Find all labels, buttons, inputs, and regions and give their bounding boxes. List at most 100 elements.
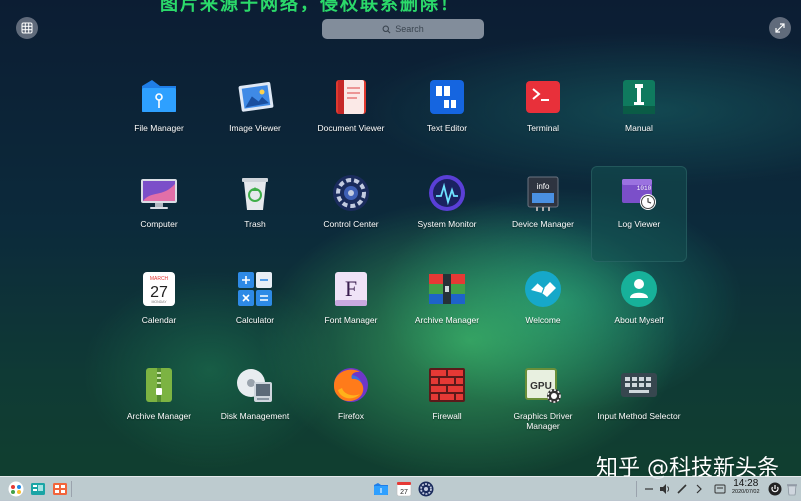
power-icon (768, 482, 781, 495)
app-welcome[interactable]: Welcome (495, 262, 591, 358)
trash-icon (234, 172, 276, 214)
terminal-icon (522, 76, 564, 118)
tray-volume[interactable] (656, 480, 673, 497)
app-firewall[interactable]: Firewall (399, 358, 495, 454)
fullscreen-toggle-button[interactable] (16, 17, 38, 39)
calendar-weekday: MONDAY (151, 300, 167, 304)
launcher-icon (8, 481, 23, 496)
app-computer[interactable]: Computer (111, 166, 207, 262)
app-document-viewer[interactable]: Document Viewer (303, 70, 399, 166)
app-disk-management[interactable]: Disk Management (207, 358, 303, 454)
app-log-viewer[interactable]: 1010 Log Viewer (591, 166, 687, 262)
trash-icon (786, 483, 797, 495)
clock-time: 14:28 (733, 478, 759, 489)
dock-app-control-center[interactable] (417, 480, 434, 497)
about-myself-icon (618, 268, 660, 310)
app-grid: File Manager Image Viewer Document Viewe… (111, 70, 687, 454)
tray-notification-button[interactable] (711, 480, 728, 497)
app-label: Disk Management (220, 411, 290, 421)
app-label: Image Viewer (229, 123, 281, 133)
app-image-viewer[interactable]: Image Viewer (207, 70, 303, 166)
app-label: Manual (625, 123, 653, 133)
app-archive-manager-2[interactable]: Archive Manager (111, 358, 207, 454)
computer-icon (138, 172, 180, 214)
input-method-icon (618, 364, 660, 406)
search-input[interactable]: Search (322, 19, 484, 39)
app-label: Archive Manager (126, 411, 192, 421)
app-label: Firewall (432, 411, 462, 421)
dock-app-calendar[interactable]: 27 (395, 480, 412, 497)
app-label: File Manager (134, 123, 184, 133)
app-firefox[interactable]: Firefox (303, 358, 399, 454)
text-editor-icon (426, 76, 468, 118)
dock: 27 14:28 2020/07/02 (0, 476, 801, 501)
calculator-icon (234, 268, 276, 310)
app-manual[interactable]: Manual (591, 70, 687, 166)
app-label: Text Editor (426, 123, 468, 133)
app-label: Firefox (338, 411, 364, 421)
app-label: Calculator (235, 315, 275, 325)
app-calculator[interactable]: Calculator (207, 262, 303, 358)
app-label: Graphics Driver Manager (513, 411, 573, 431)
app-label: Archive Manager (414, 315, 480, 325)
shutdown-button[interactable] (766, 480, 783, 497)
chevron-right-icon (696, 484, 702, 493)
tray-expand-button[interactable] (690, 480, 707, 497)
firefox-icon (330, 364, 372, 406)
app-terminal[interactable]: Terminal (495, 70, 591, 166)
tray-pen-tool[interactable] (673, 480, 690, 497)
dock-trash-button[interactable] (783, 480, 800, 497)
multitasking-view-button[interactable] (29, 480, 46, 497)
manual-icon (618, 76, 660, 118)
tray-clock[interactable]: 14:28 2020/07/02 (732, 478, 760, 496)
search-icon (382, 25, 391, 34)
volume-icon (659, 483, 669, 494)
search-placeholder: Search (395, 24, 424, 34)
tray-keyboard-layout[interactable] (640, 480, 657, 497)
app-about-myself[interactable]: About Myself (591, 262, 687, 358)
control-center-icon (418, 481, 433, 496)
app-label: Document Viewer (317, 123, 385, 133)
app-control-center[interactable]: Control Center (303, 166, 399, 262)
file-manager-icon (373, 482, 388, 495)
dock-app-show-desktop[interactable] (51, 480, 68, 497)
desktop-grid-icon (52, 482, 67, 495)
log-viewer-icon: 1010 (618, 172, 660, 214)
launcher-button[interactable] (7, 480, 24, 497)
app-graphics-driver-manager[interactable]: GPU Graphics Driver Manager (495, 358, 591, 454)
pen-icon (676, 483, 687, 494)
device-manager-icon: info (522, 172, 564, 214)
app-label: Welcome (525, 315, 561, 325)
app-font-manager[interactable]: F Font Manager (303, 262, 399, 358)
app-system-monitor[interactable]: System Monitor (399, 166, 495, 262)
font-manager-icon: F (330, 268, 372, 310)
system-monitor-icon (426, 172, 468, 214)
firewall-icon (426, 364, 468, 406)
document-viewer-icon (330, 76, 372, 118)
app-label: About Myself (614, 315, 664, 325)
app-trash[interactable]: Trash (207, 166, 303, 262)
calendar-icon: 27 (396, 481, 411, 496)
dock-app-file-manager[interactable] (372, 480, 389, 497)
device-manager-badge: info (537, 182, 550, 191)
log-viewer-badge: 1010 (637, 185, 652, 192)
app-label: Calendar (141, 315, 177, 325)
notification-icon (714, 484, 725, 493)
app-label: Input Method Selector (597, 411, 681, 421)
shrink-arrows-icon (775, 23, 785, 33)
app-text-editor[interactable]: Text Editor (399, 70, 495, 166)
app-file-manager[interactable]: File Manager (111, 70, 207, 166)
app-archive-manager[interactable]: Archive Manager (399, 262, 495, 358)
app-device-manager[interactable]: info Device Manager (495, 166, 591, 262)
image-viewer-icon (234, 76, 276, 118)
window-mode-button[interactable] (769, 17, 791, 39)
clock-date: 2020/07/02 (732, 489, 760, 495)
calendar-icon: MARCH 27 MONDAY (138, 268, 180, 310)
app-calendar[interactable]: MARCH 27 MONDAY Calendar (111, 262, 207, 358)
dock-divider (636, 481, 637, 497)
archive-manager-icon (426, 268, 468, 310)
app-label: Trash (244, 219, 266, 229)
disk-management-icon (234, 364, 276, 406)
app-input-method-selector[interactable]: Input Method Selector (591, 358, 687, 454)
app-label: Computer (140, 219, 178, 229)
